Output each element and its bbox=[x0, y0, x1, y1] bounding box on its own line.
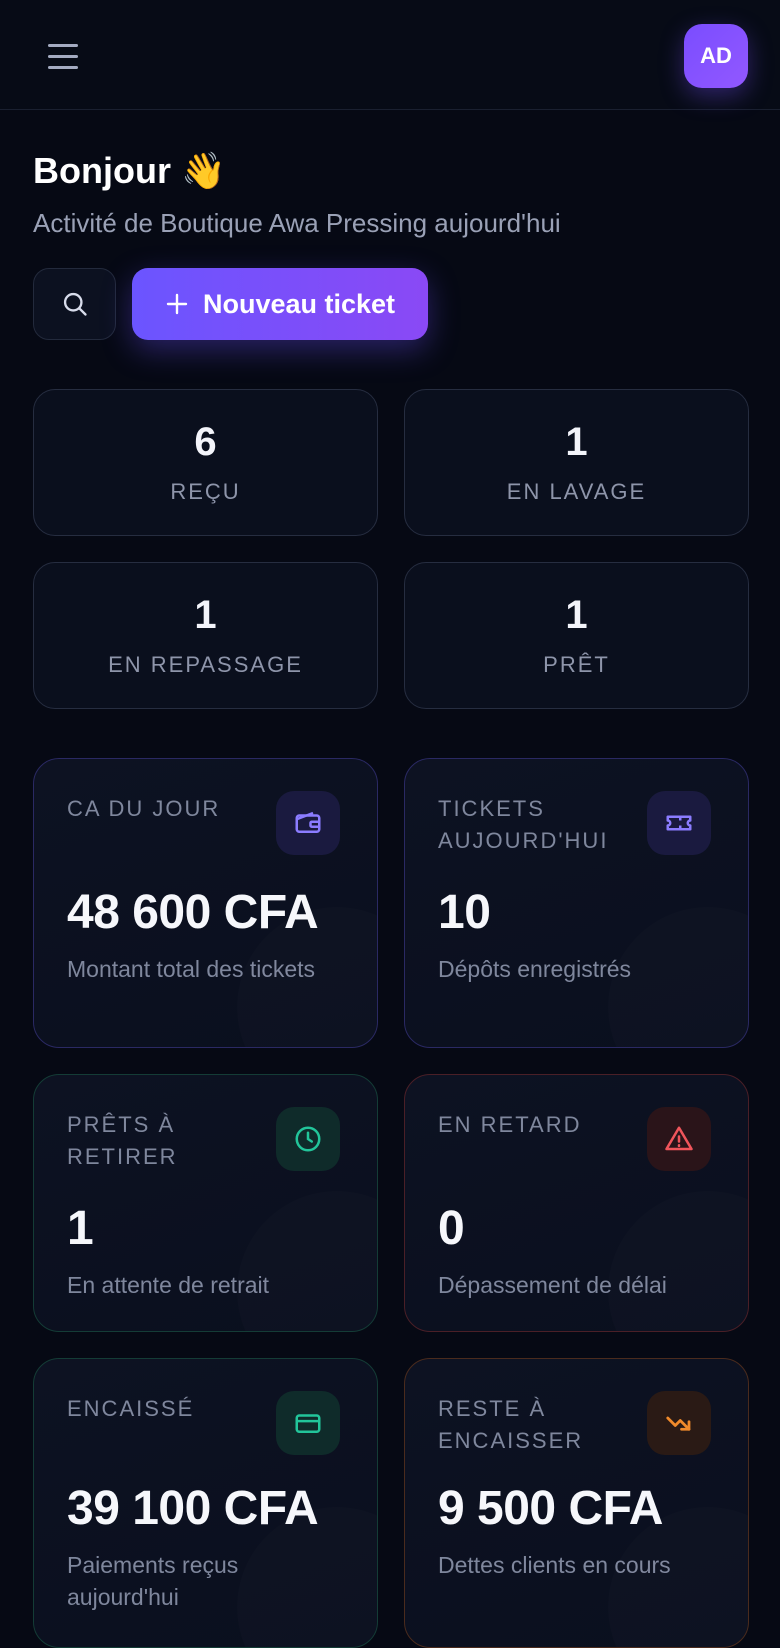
kpi-value: 48 600 CFA bbox=[67, 886, 319, 939]
kpi-value: 9 500 CFA bbox=[438, 1482, 663, 1535]
top-bar: AD bbox=[0, 0, 780, 110]
status-label: REÇU bbox=[170, 479, 241, 504]
kpi-icon-box bbox=[647, 1107, 711, 1171]
ticket-icon bbox=[666, 815, 692, 831]
kpi-card-encaisse[interactable]: ENCAISSÉ 39 100 CFA Paiements reçus aujo… bbox=[33, 1358, 378, 1648]
kpi-icon-box bbox=[276, 1107, 340, 1171]
status-count: 1 bbox=[565, 420, 588, 464]
status-label: EN LAVAGE bbox=[506, 479, 647, 504]
kpi-subtitle: Dépassement de délai bbox=[438, 1272, 667, 1298]
kpi-icon-box bbox=[276, 791, 340, 855]
status-label: EN REPASSAGE bbox=[108, 652, 303, 677]
kpi-value: 0 bbox=[438, 1202, 465, 1255]
kpi-card-ca-du-jour[interactable]: CA DU JOUR 48 600 CFA Montant total des … bbox=[33, 758, 378, 1048]
kpi-value: 1 bbox=[67, 1202, 94, 1255]
kpi-title: RESTE À ENCAISSER bbox=[438, 1396, 584, 1453]
new-ticket-label: Nouveau ticket bbox=[202, 288, 396, 319]
kpi-icon-box bbox=[647, 791, 711, 855]
kpi-subtitle: Paiements reçus aujourd'hui bbox=[67, 1552, 239, 1610]
kpi-card-prets-a-retirer[interactable]: PRÊTS À RETIRER 1 En attente de retrait bbox=[33, 1074, 378, 1332]
status-card-recu[interactable]: 6 REÇU bbox=[33, 389, 378, 536]
status-count: 1 bbox=[194, 593, 217, 637]
page-subtitle: Activité de Boutique Awa Pressing aujour… bbox=[33, 208, 561, 238]
status-label: PRÊT bbox=[543, 652, 610, 677]
trending-down-icon bbox=[666, 1416, 691, 1431]
kpi-subtitle: En attente de retrait bbox=[67, 1272, 270, 1298]
status-card-en-lavage[interactable]: 1 EN LAVAGE bbox=[404, 389, 749, 536]
kpi-title: PRÊTS À RETIRER bbox=[67, 1112, 178, 1169]
kpi-title: CA DU JOUR bbox=[67, 796, 221, 821]
search-icon bbox=[63, 292, 87, 316]
plus-icon bbox=[166, 293, 188, 315]
kpi-icon-box bbox=[647, 1391, 711, 1455]
kpi-value: 39 100 CFA bbox=[67, 1482, 319, 1535]
page-title: Bonjour 👋 bbox=[33, 150, 226, 191]
kpi-icon-box bbox=[276, 1391, 340, 1455]
kpi-subtitle: Montant total des tickets bbox=[67, 956, 316, 982]
kpi-value: 10 bbox=[438, 886, 491, 939]
kpi-subtitle: Dettes clients en cours bbox=[438, 1552, 671, 1578]
status-card-pret[interactable]: 1 PRÊT bbox=[404, 562, 749, 709]
menu-icon[interactable] bbox=[48, 36, 88, 76]
status-card-en-repassage[interactable]: 1 EN REPASSAGE bbox=[33, 562, 378, 709]
alert-triangle-icon bbox=[665, 1126, 693, 1151]
kpi-card-tickets-aujourdhui[interactable]: TICKETS AUJOURD'HUI 10 Dépôts enregistré… bbox=[404, 758, 749, 1048]
kpi-title: EN RETARD bbox=[438, 1112, 582, 1137]
clock-icon bbox=[295, 1126, 321, 1152]
status-count: 6 bbox=[194, 420, 217, 464]
search-button[interactable] bbox=[33, 268, 116, 340]
status-count: 1 bbox=[565, 593, 588, 637]
credit-card-icon bbox=[295, 1414, 321, 1433]
avatar[interactable]: AD bbox=[684, 24, 748, 88]
kpi-card-en-retard[interactable]: EN RETARD 0 Dépassement de délai bbox=[404, 1074, 749, 1332]
kpi-title: ENCAISSÉ bbox=[67, 1396, 195, 1421]
wallet-icon bbox=[295, 811, 321, 833]
kpi-subtitle: Dépôts enregistrés bbox=[438, 956, 632, 982]
kpi-title: TICKETS AUJOURD'HUI bbox=[438, 796, 609, 853]
kpi-card-reste-a-encaisser[interactable]: RESTE À ENCAISSER 9 500 CFA Dettes clien… bbox=[404, 1358, 749, 1648]
new-ticket-button[interactable]: Nouveau ticket bbox=[132, 268, 428, 340]
